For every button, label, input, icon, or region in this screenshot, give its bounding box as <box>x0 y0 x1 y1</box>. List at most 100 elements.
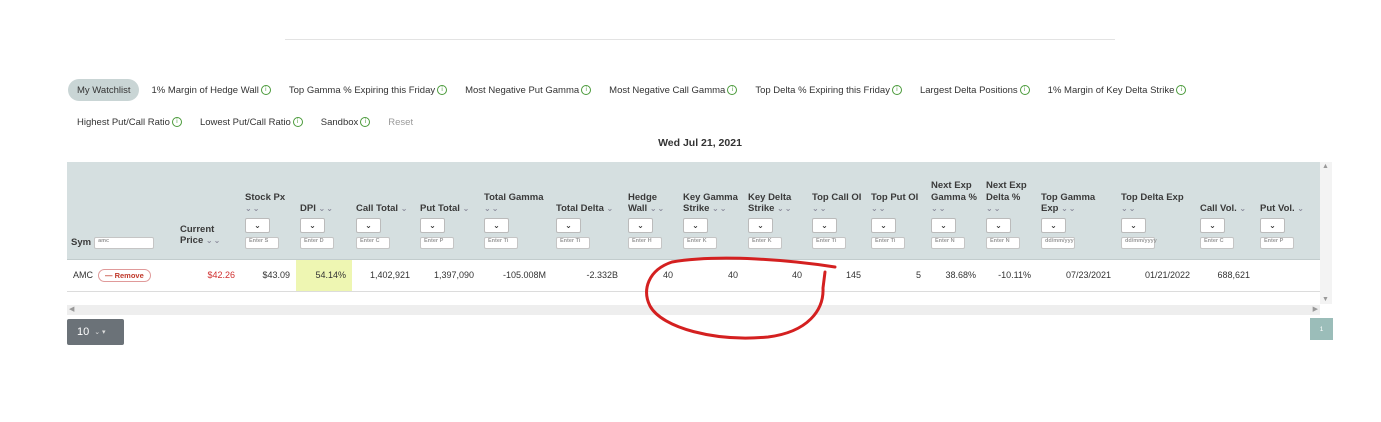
tab-my-watchlist[interactable]: My Watchlist <box>68 79 140 101</box>
filter-input-top_gamma_exp[interactable]: dd/mm/yyy <box>1041 236 1075 249</box>
sort-arrow-icon[interactable]: ⌄ <box>1297 204 1305 213</box>
filter-operator-dropdown[interactable]: ⌄ <box>1121 217 1146 233</box>
sort-arrow-icon[interactable]: ⌄ <box>607 204 615 213</box>
tab-most-negative-call-gamma[interactable]: Most Negative Call Gamma i <box>600 79 746 101</box>
sort-arrow-icon[interactable]: ⌄⌄ <box>245 204 260 213</box>
sort-arrow-icon[interactable]: ⌄⌄ <box>650 204 665 213</box>
filter-operator-dropdown[interactable]: ⌄ <box>356 217 381 233</box>
column-header-next_gamma[interactable]: Next Exp Gamma % ⌄⌄ ⌄ Enter N <box>927 162 982 260</box>
filter-input-next_delta[interactable]: Enter N <box>986 236 1020 249</box>
filter-input-top_delta_exp[interactable]: dd/mm/yyyy <box>1121 236 1157 249</box>
column-header-put_total[interactable]: Put Total ⌄ ⌄ Enter P <box>416 162 480 260</box>
filter-operator-dropdown[interactable]: ⌄ <box>1260 217 1285 233</box>
sort-arrow-icon[interactable]: ⌄ <box>401 204 409 213</box>
filter-operator-dropdown[interactable]: ⌄ <box>931 217 956 233</box>
sort-arrow-icon[interactable]: ⌄⌄ <box>484 204 499 213</box>
sym-filter-input[interactable]: amc <box>94 236 155 249</box>
info-icon[interactable]: i <box>581 85 592 95</box>
filter-input-top_put_oi[interactable]: Enter Ti <box>871 236 905 249</box>
filter-input-hedge_wall[interactable]: Enter H <box>628 236 662 249</box>
filter-operator-dropdown[interactable]: ⌄ <box>628 217 653 233</box>
info-icon[interactable]: i <box>360 117 371 127</box>
sort-arrow-icon[interactable]: ⌄⌄ <box>986 204 1001 213</box>
sort-arrow-icon[interactable]: ⌄ <box>463 204 471 213</box>
column-header-key_delta[interactable]: Key Delta Strike ⌄⌄ ⌄ Enter K <box>744 162 808 260</box>
filter-input-put_total[interactable]: Enter P <box>420 236 454 249</box>
filter-operator-dropdown[interactable]: ⌄ <box>871 217 896 233</box>
info-icon[interactable]: i <box>1019 85 1030 95</box>
column-header-total_gamma[interactable]: Total Gamma ⌄⌄ ⌄ Enter Ti <box>480 162 552 260</box>
info-icon[interactable]: i <box>437 85 448 95</box>
filter-operator-dropdown[interactable]: ⌄ <box>556 217 581 233</box>
column-header-put_vol[interactable]: Put Vol. ⌄ ⌄ Enter P <box>1256 162 1320 260</box>
column-header-next_delta[interactable]: Next Exp Delta % ⌄⌄ ⌄ Enter N <box>982 162 1037 260</box>
filter-input-call_vol[interactable]: Enter C <box>1200 236 1234 249</box>
tab-top-gamma-expiring-this-friday[interactable]: Top Gamma % Expiring this Friday i <box>280 79 456 101</box>
filter-operator-dropdown[interactable]: ⌄ <box>245 217 270 233</box>
column-header-top_gamma_exp[interactable]: Top Gamma Exp ⌄⌄ ⌄ dd/mm/yyy <box>1037 162 1117 260</box>
sort-arrow-icon[interactable]: ⌄⌄ <box>812 204 827 213</box>
filter-input-top_call_oi[interactable]: Enter Ti <box>812 236 846 249</box>
column-header-key_gamma[interactable]: Key Gamma Strike ⌄⌄ ⌄ Enter K <box>679 162 744 260</box>
filter-input-call_total[interactable]: Enter C <box>356 236 390 249</box>
tab-largest-delta-positions[interactable]: Largest Delta Positions i <box>911 79 1039 101</box>
page-button-1[interactable]: 1 <box>1310 318 1333 340</box>
sort-arrow-icon[interactable]: ⌄⌄ <box>1061 204 1076 213</box>
filter-operator-dropdown[interactable]: ⌄ <box>812 217 837 233</box>
column-header-call_total[interactable]: Call Total ⌄ ⌄ Enter C <box>352 162 416 260</box>
column-header-top_call_oi[interactable]: Top Call OI ⌄⌄ ⌄ Enter Ti <box>808 162 867 260</box>
sort-arrow-icon[interactable]: ⌄⌄ <box>931 204 946 213</box>
tab-highest-put-call-ratio[interactable]: Highest Put/Call Ratio i <box>68 111 191 133</box>
tab-1-margin-of-key-delta-strike[interactable]: 1% Margin of Key Delta Strike i <box>1039 79 1196 101</box>
page-size-select[interactable]: 10 ⌄ ▾ <box>67 319 124 345</box>
tab-most-negative-put-gamma[interactable]: Most Negative Put Gamma i <box>456 79 600 101</box>
filter-input-key_gamma[interactable]: Enter K <box>683 236 717 249</box>
info-icon[interactable]: i <box>727 85 738 95</box>
column-header-price[interactable]: Current Price ⌄⌄ <box>176 162 241 260</box>
remove-button[interactable]: — Remove <box>98 268 151 282</box>
column-header-sym[interactable]: Sym amc <box>67 162 176 260</box>
info-icon[interactable]: i <box>1176 85 1187 95</box>
sort-arrow-icon[interactable]: ⌄⌄ <box>206 236 221 245</box>
filter-operator-dropdown[interactable]: ⌄ <box>420 217 445 233</box>
tab-1-margin-of-hedge-wall[interactable]: 1% Margin of Hedge Wall i <box>142 79 279 101</box>
info-icon[interactable]: i <box>292 117 303 127</box>
tab-sandbox[interactable]: Sandbox i <box>312 111 380 133</box>
filter-input-dpi[interactable]: Enter D <box>300 236 334 249</box>
sort-arrow-icon[interactable]: ⌄⌄ <box>777 204 792 213</box>
reset-button[interactable]: Reset <box>379 111 422 133</box>
scroll-right-icon[interactable]: ▶ <box>1313 305 1318 313</box>
filter-input-put_vol[interactable]: Enter P <box>1260 236 1294 249</box>
filter-input-key_delta[interactable]: Enter K <box>748 236 782 249</box>
column-header-top_put_oi[interactable]: Top Put OI ⌄⌄ ⌄ Enter Ti <box>867 162 927 260</box>
tab-top-delta-expiring-this-friday[interactable]: Top Delta % Expiring this Friday i <box>746 79 911 101</box>
scroll-left-icon[interactable]: ◀ <box>69 305 74 313</box>
filter-input-next_gamma[interactable]: Enter N <box>931 236 965 249</box>
vertical-scrollbar[interactable]: ▲ ▼ <box>1320 162 1332 304</box>
filter-operator-dropdown[interactable]: ⌄ <box>484 217 509 233</box>
scroll-down-icon[interactable]: ▼ <box>1322 296 1329 303</box>
info-icon[interactable]: i <box>891 85 902 95</box>
filter-operator-dropdown[interactable]: ⌄ <box>683 217 708 233</box>
sort-arrow-icon[interactable]: ⌄⌄ <box>871 204 886 213</box>
filter-operator-dropdown[interactable]: ⌄ <box>300 217 325 233</box>
column-header-total_delta[interactable]: Total Delta ⌄ ⌄ Enter Ti <box>552 162 624 260</box>
horizontal-scrollbar[interactable]: ◀ ▶ <box>67 305 1320 315</box>
info-icon[interactable]: i <box>171 117 182 127</box>
column-header-hedge_wall[interactable]: Hedge Wall ⌄⌄ ⌄ Enter H <box>624 162 679 260</box>
sort-arrow-icon[interactable]: ⌄⌄ <box>712 204 727 213</box>
sort-arrow-icon[interactable]: ⌄⌄ <box>1121 204 1136 213</box>
info-icon[interactable]: i <box>260 85 271 95</box>
column-header-dpi[interactable]: DPI ⌄⌄ ⌄ Enter D <box>296 162 352 260</box>
column-header-call_vol[interactable]: Call Vol. ⌄ ⌄ Enter C <box>1196 162 1256 260</box>
filter-input-stock_px[interactable]: Enter S <box>245 236 279 249</box>
filter-operator-dropdown[interactable]: ⌄ <box>1200 217 1225 233</box>
sort-arrow-icon[interactable]: ⌄ <box>1239 204 1247 213</box>
column-header-top_delta_exp[interactable]: Top Delta Exp ⌄⌄ ⌄ dd/mm/yyyy <box>1117 162 1196 260</box>
scroll-up-icon[interactable]: ▲ <box>1322 163 1329 170</box>
filter-operator-dropdown[interactable]: ⌄ <box>1041 217 1066 233</box>
column-header-stock_px[interactable]: Stock Px ⌄⌄ ⌄ Enter S <box>241 162 296 260</box>
filter-input-total_delta[interactable]: Enter Ti <box>556 236 590 249</box>
tab-lowest-put-call-ratio[interactable]: Lowest Put/Call Ratio i <box>191 111 312 133</box>
filter-operator-dropdown[interactable]: ⌄ <box>986 217 1011 233</box>
